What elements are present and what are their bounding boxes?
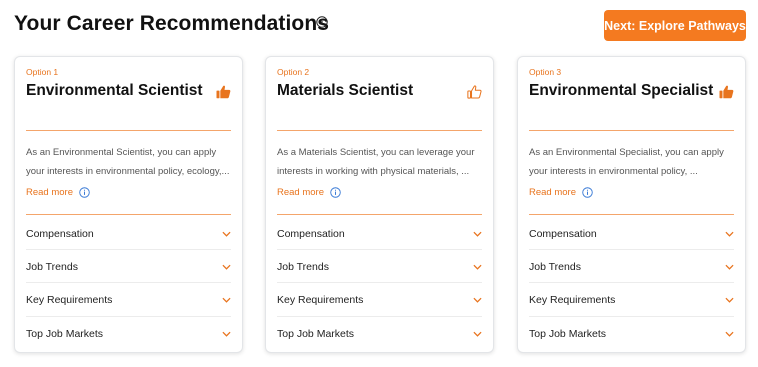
accordion-label: Job Trends — [277, 260, 329, 273]
accordion-job-trends[interactable]: Job Trends — [26, 250, 231, 283]
career-title: Environmental Specialist — [529, 82, 714, 99]
accordion-label: Compensation — [26, 227, 94, 240]
accordion-label: Job Trends — [529, 260, 581, 273]
accordion-top-job-markets[interactable]: Top Job Markets — [26, 317, 231, 350]
accordion-compensation[interactable]: Compensation — [26, 217, 231, 250]
accordion-label: Key Requirements — [529, 293, 616, 306]
divider — [26, 130, 231, 131]
accordion-key-requirements[interactable]: Key Requirements — [277, 283, 482, 316]
accordion-compensation[interactable]: Compensation — [277, 217, 482, 250]
info-icon[interactable] — [582, 187, 593, 198]
read-more-link[interactable]: Read more — [529, 187, 576, 198]
accordion-label: Top Job Markets — [277, 327, 355, 340]
info-icon[interactable] — [79, 187, 90, 198]
accordion-job-trends[interactable]: Job Trends — [277, 250, 482, 283]
accordion-label: Top Job Markets — [26, 327, 104, 340]
divider — [277, 214, 482, 215]
page-header: Your Career Recommendations Next: Explor… — [14, 10, 746, 44]
chevron-down-icon — [473, 231, 482, 237]
chevron-down-icon — [725, 264, 734, 270]
thumbs-up-filled-icon[interactable] — [719, 85, 734, 99]
career-title: Environmental Scientist — [26, 82, 203, 99]
chevron-down-icon — [222, 264, 231, 270]
chevron-down-icon — [473, 297, 482, 303]
career-description: As an Environmental Specialist, you can … — [529, 147, 724, 177]
career-card-1: Option 1 Environmental Scientist As an E… — [14, 56, 243, 353]
chevron-down-icon — [725, 297, 734, 303]
info-icon[interactable] — [316, 16, 328, 28]
career-card-3: Option 3 Environmental Specialist As an … — [517, 56, 746, 353]
thumbs-up-filled-icon[interactable] — [216, 85, 231, 99]
divider — [529, 130, 734, 131]
accordion-label: Compensation — [277, 227, 345, 240]
accordion-label: Compensation — [529, 227, 597, 240]
info-icon[interactable] — [330, 187, 341, 198]
thumbs-up-outline-icon[interactable] — [467, 85, 482, 99]
accordion-label: Key Requirements — [277, 293, 364, 306]
page-title: Your Career Recommendations — [14, 12, 330, 35]
chevron-down-icon — [222, 331, 231, 337]
career-card-2: Option 2 Materials Scientist As a Materi… — [265, 56, 494, 353]
divider — [26, 214, 231, 215]
chevron-down-icon — [725, 231, 734, 237]
divider — [529, 214, 734, 215]
career-title: Materials Scientist — [277, 82, 414, 99]
chevron-down-icon — [222, 297, 231, 303]
accordion-key-requirements[interactable]: Key Requirements — [529, 283, 734, 316]
accordion-label: Top Job Markets — [529, 327, 607, 340]
next-explore-pathways-button[interactable]: Next: Explore Pathways — [604, 10, 746, 41]
chevron-down-icon — [473, 264, 482, 270]
option-label: Option 3 — [529, 67, 562, 77]
option-label: Option 1 — [26, 67, 59, 77]
accordion-key-requirements[interactable]: Key Requirements — [26, 283, 231, 316]
career-description: As an Environmental Scientist, you can a… — [26, 147, 230, 177]
accordion-top-job-markets[interactable]: Top Job Markets — [277, 317, 482, 350]
read-more-link[interactable]: Read more — [277, 187, 324, 198]
accordion-label: Job Trends — [26, 260, 78, 273]
divider — [277, 130, 482, 131]
option-label: Option 2 — [277, 67, 310, 77]
accordion-compensation[interactable]: Compensation — [529, 217, 734, 250]
chevron-down-icon — [725, 331, 734, 337]
chevron-down-icon — [473, 331, 482, 337]
accordion-top-job-markets[interactable]: Top Job Markets — [529, 317, 734, 350]
read-more-link[interactable]: Read more — [26, 187, 73, 198]
career-description: As a Materials Scientist, you can levera… — [277, 147, 475, 177]
chevron-down-icon — [222, 231, 231, 237]
accordion-job-trends[interactable]: Job Trends — [529, 250, 734, 283]
accordion-label: Key Requirements — [26, 293, 113, 306]
